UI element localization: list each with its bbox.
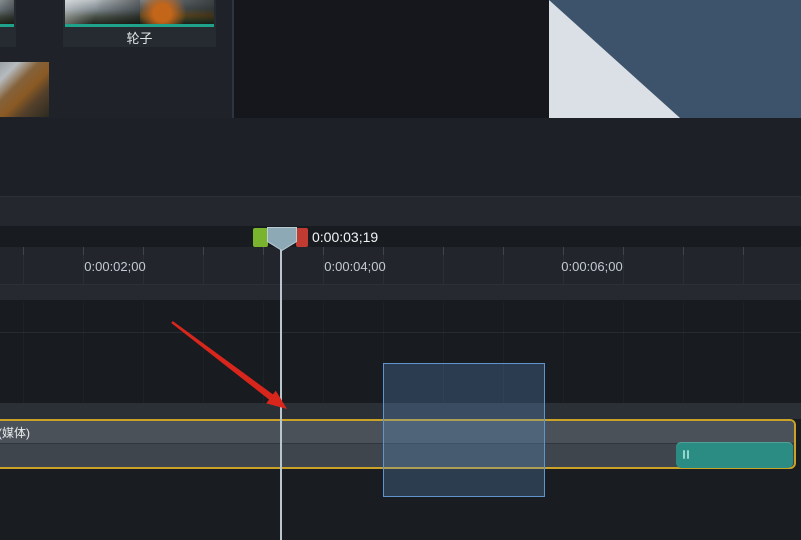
timeline-clip[interactable] [676, 442, 793, 468]
media-bin-empty-area [232, 0, 549, 118]
playhead-in-marker[interactable] [253, 228, 268, 247]
timeline-zoom-toolbar: − + [0, 196, 801, 420]
ruler-tick [143, 247, 144, 255]
timeline: 0:00:02;00 0:00:04;00 0:00:06;00 (媒体) 0:… [0, 226, 801, 540]
ruler-tick [203, 247, 204, 255]
ruler-tick [263, 247, 264, 255]
media-card-mountain[interactable] [0, 62, 49, 117]
ruler-grid-line [263, 255, 264, 284]
media-thumbnail [0, 0, 14, 24]
media-thumbnail [139, 0, 214, 24]
ruler-tick [503, 247, 504, 255]
clip-handle-icon [683, 450, 685, 459]
canvas-light-shape [549, 0, 681, 118]
ruler-tick [563, 247, 564, 255]
video-editor-window: 轮子 0:00:02;00 0:00:04;00 0:00:06;00 (媒体)… [0, 0, 801, 540]
ruler-label: 0:00:02;00 [84, 259, 146, 274]
thumbnail-accent-bar [65, 24, 214, 27]
ruler-grid-line [743, 255, 744, 284]
ruler-label: 0:00:04;00 [324, 259, 386, 274]
ruler-grid-line [203, 255, 204, 284]
media-card-wheel[interactable]: 轮子 [63, 0, 216, 47]
ruler-tick [23, 247, 24, 255]
playhead-line[interactable] [280, 246, 282, 540]
media-thumbnail [65, 0, 140, 24]
clip-handle-icon [687, 450, 689, 459]
media-panel: 轮子 [0, 0, 232, 118]
playhead-out-marker[interactable] [296, 228, 308, 247]
playback-controls-bar [0, 118, 801, 302]
ruler-grid-line [683, 255, 684, 284]
selection-marquee [383, 363, 545, 497]
ruler-tick [623, 247, 624, 255]
ruler-grid-line [443, 255, 444, 284]
ruler-tick [383, 247, 384, 255]
media-card-label: 轮子 [126, 31, 153, 46]
thumbnail-accent-bar [0, 24, 14, 27]
ruler-grid-line [23, 255, 24, 284]
ruler-tick [323, 247, 324, 255]
track-label: (媒体) [0, 426, 30, 440]
ruler-tick [443, 247, 444, 255]
media-card-partial[interactable] [0, 0, 16, 47]
ruler-grid-line [503, 255, 504, 284]
track-divider-line [0, 332, 801, 333]
ruler-tick [83, 247, 84, 255]
ruler-tick [683, 247, 684, 255]
ruler-label: 0:00:06;00 [561, 259, 623, 274]
preview-canvas[interactable] [549, 0, 801, 118]
time-ruler[interactable]: 0:00:02;00 0:00:04;00 0:00:06;00 [0, 247, 801, 285]
current-time-label: 0:00:03;19 [312, 229, 379, 245]
ruler-sub-band [0, 285, 801, 301]
ruler-tick [743, 247, 744, 255]
